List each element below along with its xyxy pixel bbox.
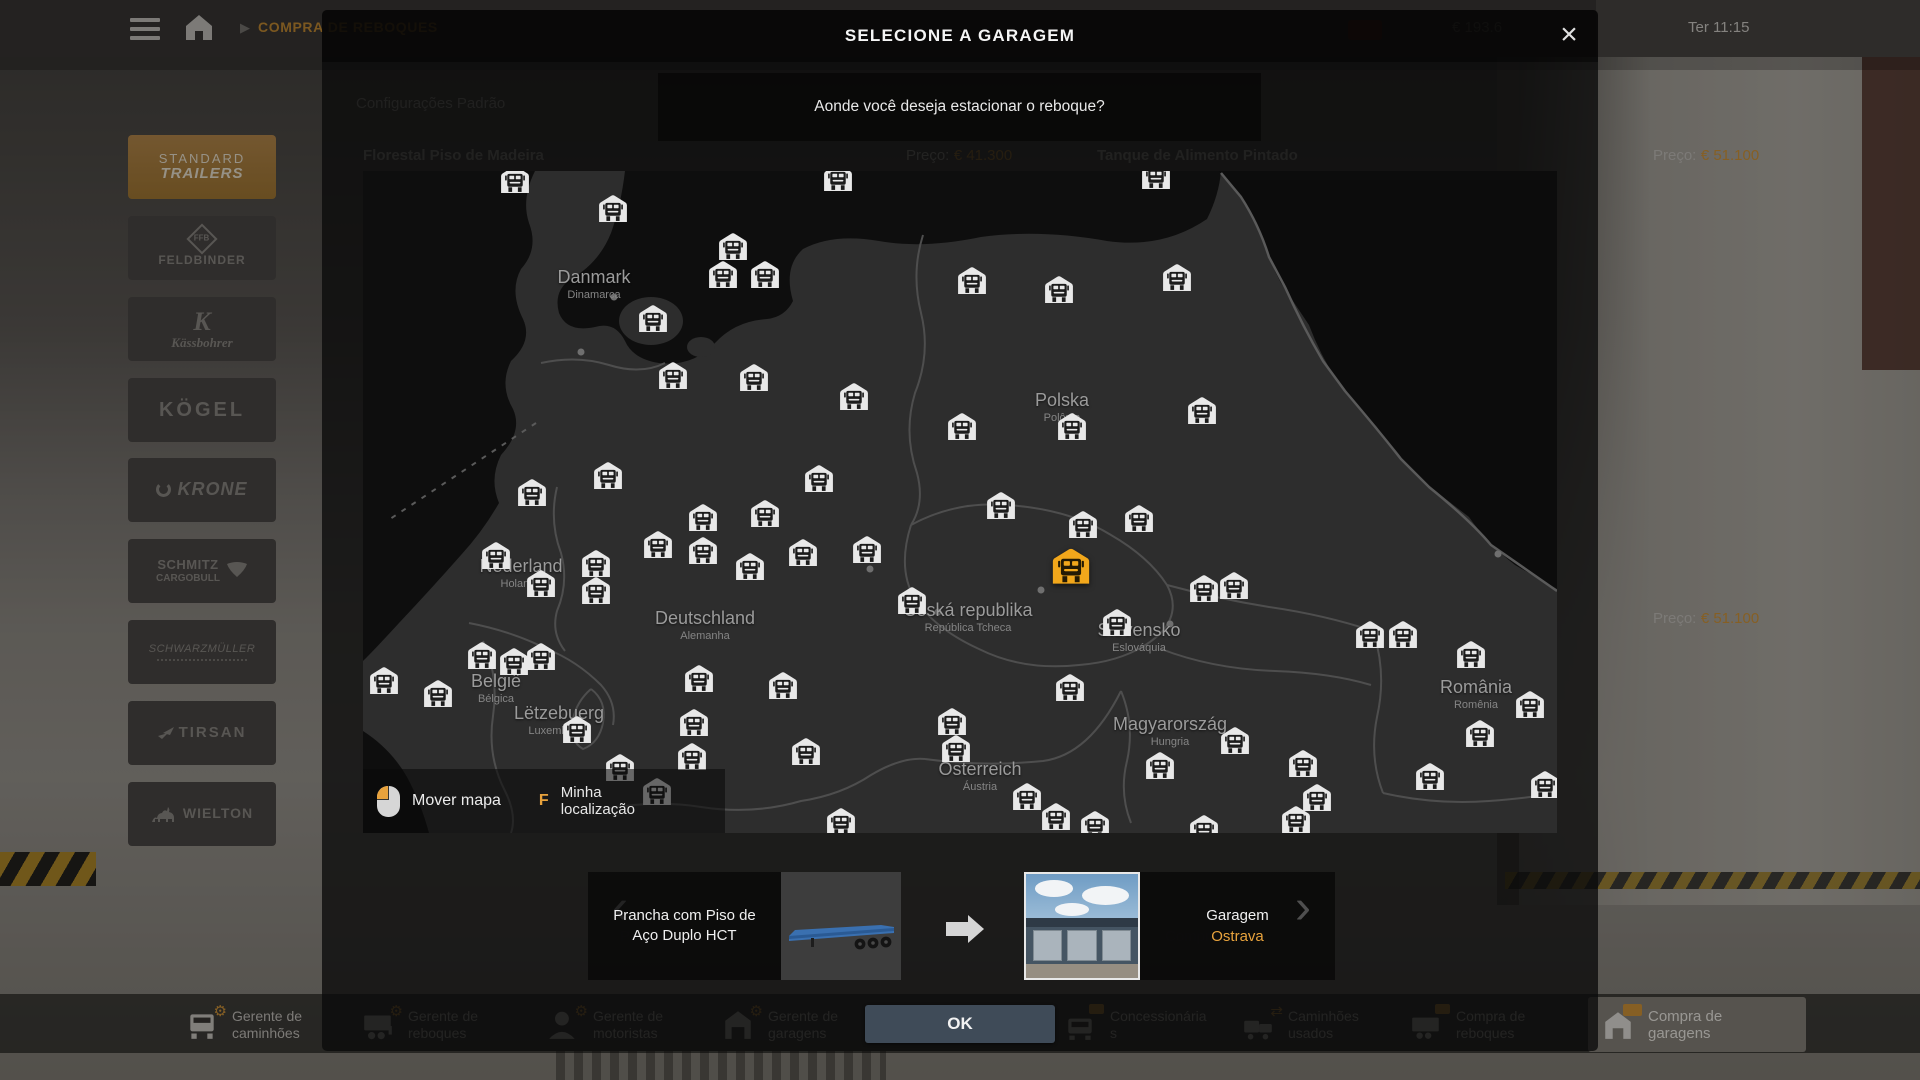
garage-map-icon[interactable] <box>1079 810 1112 833</box>
garage-map-icon[interactable] <box>637 304 670 333</box>
garage-label: Garagem <box>1206 905 1269 926</box>
garage-map-icon[interactable] <box>1529 770 1558 799</box>
my-location-button[interactable]: Minha localização <box>561 784 669 818</box>
dialog-title: SELECIONE A GARAGEM <box>322 26 1598 46</box>
garage-map-icon[interactable] <box>1464 719 1497 748</box>
map-controls-bar: Mover mapa F Minha localização <box>363 769 725 833</box>
garage-map-icon[interactable] <box>1067 510 1100 539</box>
garage-map-icon[interactable] <box>1354 620 1387 649</box>
map-city-dot <box>611 294 618 301</box>
map-city-dot <box>935 609 942 616</box>
garage-map-icon[interactable] <box>422 679 455 708</box>
ok-button[interactable]: OK <box>865 1005 1055 1043</box>
garage-photo-ground <box>1026 964 1138 978</box>
garage-map-icon[interactable] <box>676 742 709 771</box>
garage-map-icon[interactable] <box>1186 396 1219 425</box>
garage-map-icon[interactable] <box>717 232 750 261</box>
garage-map-icon[interactable] <box>1040 802 1073 831</box>
map-city-dot <box>1495 551 1502 558</box>
garage-map-icon[interactable] <box>499 171 532 194</box>
garage-map-icon[interactable] <box>580 549 613 578</box>
garage-map-icon[interactable] <box>946 412 979 441</box>
mouse-icon <box>377 786 400 817</box>
garage-map-icon[interactable] <box>851 535 884 564</box>
trailer-name-panel: Prancha com Piso de Aço Duplo HCT <box>588 872 781 980</box>
garage-map-icon[interactable] <box>1219 726 1252 755</box>
garage-thumbnail[interactable] <box>1024 872 1140 980</box>
garage-map-icon[interactable] <box>707 260 740 289</box>
select-garage-dialog: SELECIONE A GARAGEM × Aonde você deseja … <box>322 10 1598 1051</box>
f-key-hint[interactable]: F <box>539 792 549 810</box>
garage-map-icon[interactable] <box>1414 762 1447 791</box>
garage-map-icon[interactable] <box>1280 805 1313 833</box>
trailer-name: Prancha com Piso de Aço Duplo HCT <box>588 906 781 946</box>
garage-map-icon[interactable] <box>580 576 613 605</box>
garage-map-icon[interactable] <box>678 708 711 737</box>
garage-map-icon[interactable] <box>940 734 973 763</box>
garage-map-icon[interactable] <box>1287 749 1320 778</box>
garage-map-icon[interactable] <box>956 266 989 295</box>
garage-map-icon[interactable] <box>480 541 513 570</box>
garage-map-icon[interactable] <box>687 536 720 565</box>
garage-map-icon[interactable] <box>896 586 929 615</box>
map-city-dot <box>1167 621 1174 628</box>
garage-map-icon[interactable] <box>525 569 558 598</box>
map-city-dot <box>1038 587 1045 594</box>
garage-map-icon[interactable] <box>1161 263 1194 292</box>
garage-map-icon[interactable] <box>1140 171 1173 190</box>
garage-map-icon[interactable] <box>683 664 716 693</box>
garage-map-icon[interactable] <box>1054 673 1087 702</box>
garage-map-icon-selected[interactable] <box>1050 547 1093 585</box>
map-city-dot <box>578 349 585 356</box>
garage-map-icon[interactable] <box>822 171 855 192</box>
garage-map[interactable]: DanmarkDinamarcaPolskaPolôniaNederlandHo… <box>363 171 1557 833</box>
garage-map-icon[interactable] <box>1188 574 1221 603</box>
garage-map-icon[interactable] <box>767 671 800 700</box>
garage-map-icon[interactable] <box>749 260 782 289</box>
garage-map-icon[interactable] <box>1144 751 1177 780</box>
arrow-right-icon <box>946 922 968 936</box>
garage-map-icon[interactable] <box>790 737 823 766</box>
garage-map-icon[interactable] <box>985 491 1018 520</box>
garage-map-icon[interactable] <box>1188 814 1221 833</box>
garage-map-icon[interactable] <box>642 530 675 559</box>
garage-map-icon[interactable] <box>1387 620 1420 649</box>
garage-map-icon[interactable] <box>1043 275 1076 304</box>
dialog-question: Aonde você deseja estacionar o reboque? <box>814 98 1104 116</box>
garage-map-icon[interactable] <box>803 464 836 493</box>
dialog-question-box: Aonde você deseja estacionar o reboque? <box>658 73 1261 141</box>
garage-city: Ostrava <box>1206 926 1269 947</box>
garage-map-icon[interactable] <box>738 363 771 392</box>
garage-map-icon[interactable] <box>516 478 549 507</box>
garage-map-icon[interactable] <box>1101 608 1134 637</box>
garage-map-icon[interactable] <box>1056 412 1089 441</box>
garage-map-icon[interactable] <box>1455 640 1488 669</box>
garage-map-icon[interactable] <box>657 361 690 390</box>
garage-map-icon[interactable] <box>1514 690 1547 719</box>
garage-map-icon[interactable] <box>561 715 594 744</box>
screen: ▶ COMPRA DE REBOQUES € 193.6 Ter 11:15 S… <box>0 0 1920 1080</box>
map-city-dot <box>867 566 874 573</box>
garage-photo-roof <box>1026 918 1138 927</box>
garage-map-icon[interactable] <box>687 503 720 532</box>
garage-map-icon[interactable] <box>787 538 820 567</box>
garage-map-icon[interactable] <box>1123 504 1156 533</box>
chevron-right-icon[interactable]: › <box>1288 878 1318 938</box>
garage-map-icon[interactable] <box>734 552 767 581</box>
garage-map-icon[interactable] <box>825 807 858 833</box>
garage-map-icon[interactable] <box>597 194 630 223</box>
garage-map-icon[interactable] <box>525 642 558 671</box>
garage-map-icon[interactable] <box>838 382 871 411</box>
garage-map-icon[interactable] <box>936 707 969 736</box>
garage-map-icon[interactable] <box>466 641 499 670</box>
move-map-hint: Mover mapa <box>412 792 501 810</box>
garage-map-icon[interactable] <box>592 461 625 490</box>
garage-map-icon[interactable] <box>1218 571 1251 600</box>
garage-map-icon[interactable] <box>368 666 401 695</box>
trailer-thumbnail[interactable] <box>781 872 901 980</box>
garage-map-icon[interactable] <box>749 499 782 528</box>
close-icon[interactable]: × <box>1550 16 1588 54</box>
